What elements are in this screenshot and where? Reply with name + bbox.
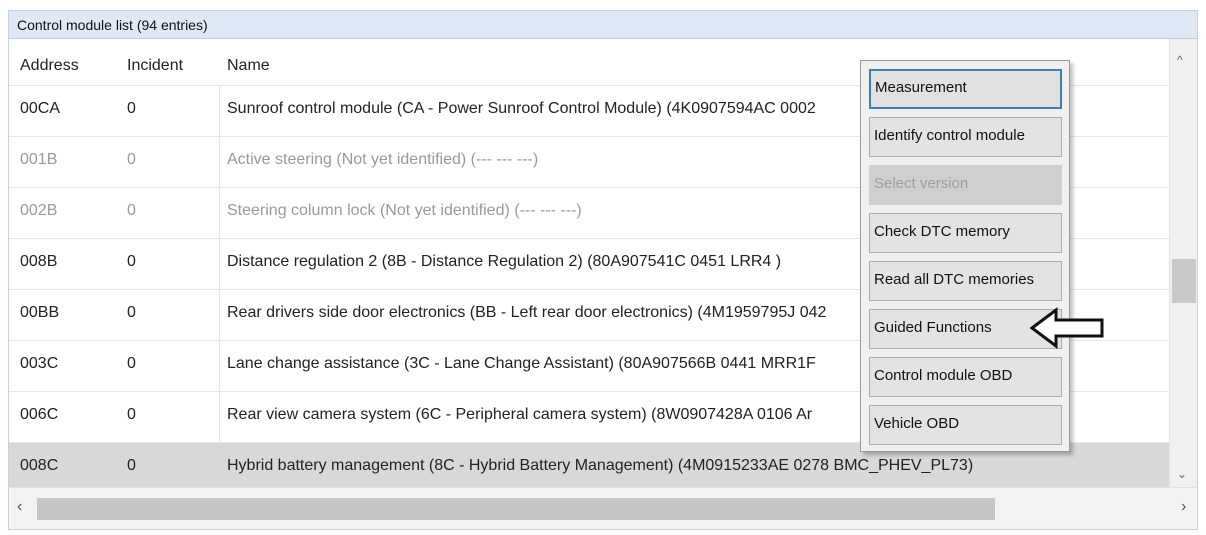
menu-item-read-all-dtc-memories[interactable]: Read all DTC memories [869,261,1062,301]
vertical-scroll-thumb[interactable] [1172,259,1196,303]
scroll-up-icon[interactable]: ^ [1177,53,1183,67]
arrow-left-outline-icon [1030,307,1104,349]
scroll-right-icon[interactable]: › [1181,498,1186,516]
cell-name: Sunroof control module (CA - Power Sunro… [227,100,816,117]
cell-address: 002B [20,202,58,219]
menu-item-check-dtc-memory[interactable]: Check DTC memory [869,213,1062,253]
cell-incident: 0 [127,202,136,219]
menu-item-control-module-obd[interactable]: Control module OBD [869,357,1062,397]
column-header-address[interactable]: Address [20,57,79,75]
cell-incident: 0 [127,457,136,474]
scroll-left-icon[interactable]: ‹ [17,498,22,516]
cell-name: Hybrid battery management (8C - Hybrid B… [227,457,974,474]
cell-name: Rear view camera system (6C - Peripheral… [227,406,813,423]
cell-address: 001B [20,151,58,168]
horizontal-scrollbar[interactable]: ‹ › [9,487,1197,529]
cell-address: 00CA [20,100,61,117]
horizontal-scroll-thumb[interactable] [37,498,995,520]
cell-incident: 0 [127,355,136,372]
cell-name: Rear drivers side door electronics (BB -… [227,304,827,321]
cell-address: 00BB [20,304,60,321]
cell-address: 008C [20,457,59,474]
menu-item-measurement[interactable]: Measurement [869,69,1062,109]
window-title: Control module list (94 entries) [9,11,1197,39]
cell-name: Lane change assistance (3C - Lane Change… [227,355,816,372]
cell-incident: 0 [127,100,136,117]
menu-item-identify-control-module[interactable]: Identify control module [869,117,1062,157]
column-header-incident[interactable]: Incident [127,57,183,75]
cell-incident: 0 [127,304,136,321]
menu-item-vehicle-obd[interactable]: Vehicle OBD [869,405,1062,445]
cell-incident: 0 [127,406,136,423]
cell-name: Distance regulation 2 (8B - Distance Reg… [227,253,782,270]
scroll-down-icon[interactable]: ⌄ [1177,467,1187,481]
cell-address: 003C [20,355,59,372]
cell-name: Active steering (Not yet identified) (--… [227,151,539,168]
cell-incident: 0 [127,253,136,270]
cell-address: 008B [20,253,58,270]
cell-address: 006C [20,406,59,423]
column-header-name[interactable]: Name [227,57,270,75]
context-menu: Measurement Identify control module Sele… [860,60,1070,452]
vertical-scrollbar[interactable]: ^ ⌄ [1169,39,1197,489]
menu-item-select-version: Select version [869,165,1062,205]
cell-name: Steering column lock (Not yet identified… [227,202,582,219]
cell-incident: 0 [127,151,136,168]
